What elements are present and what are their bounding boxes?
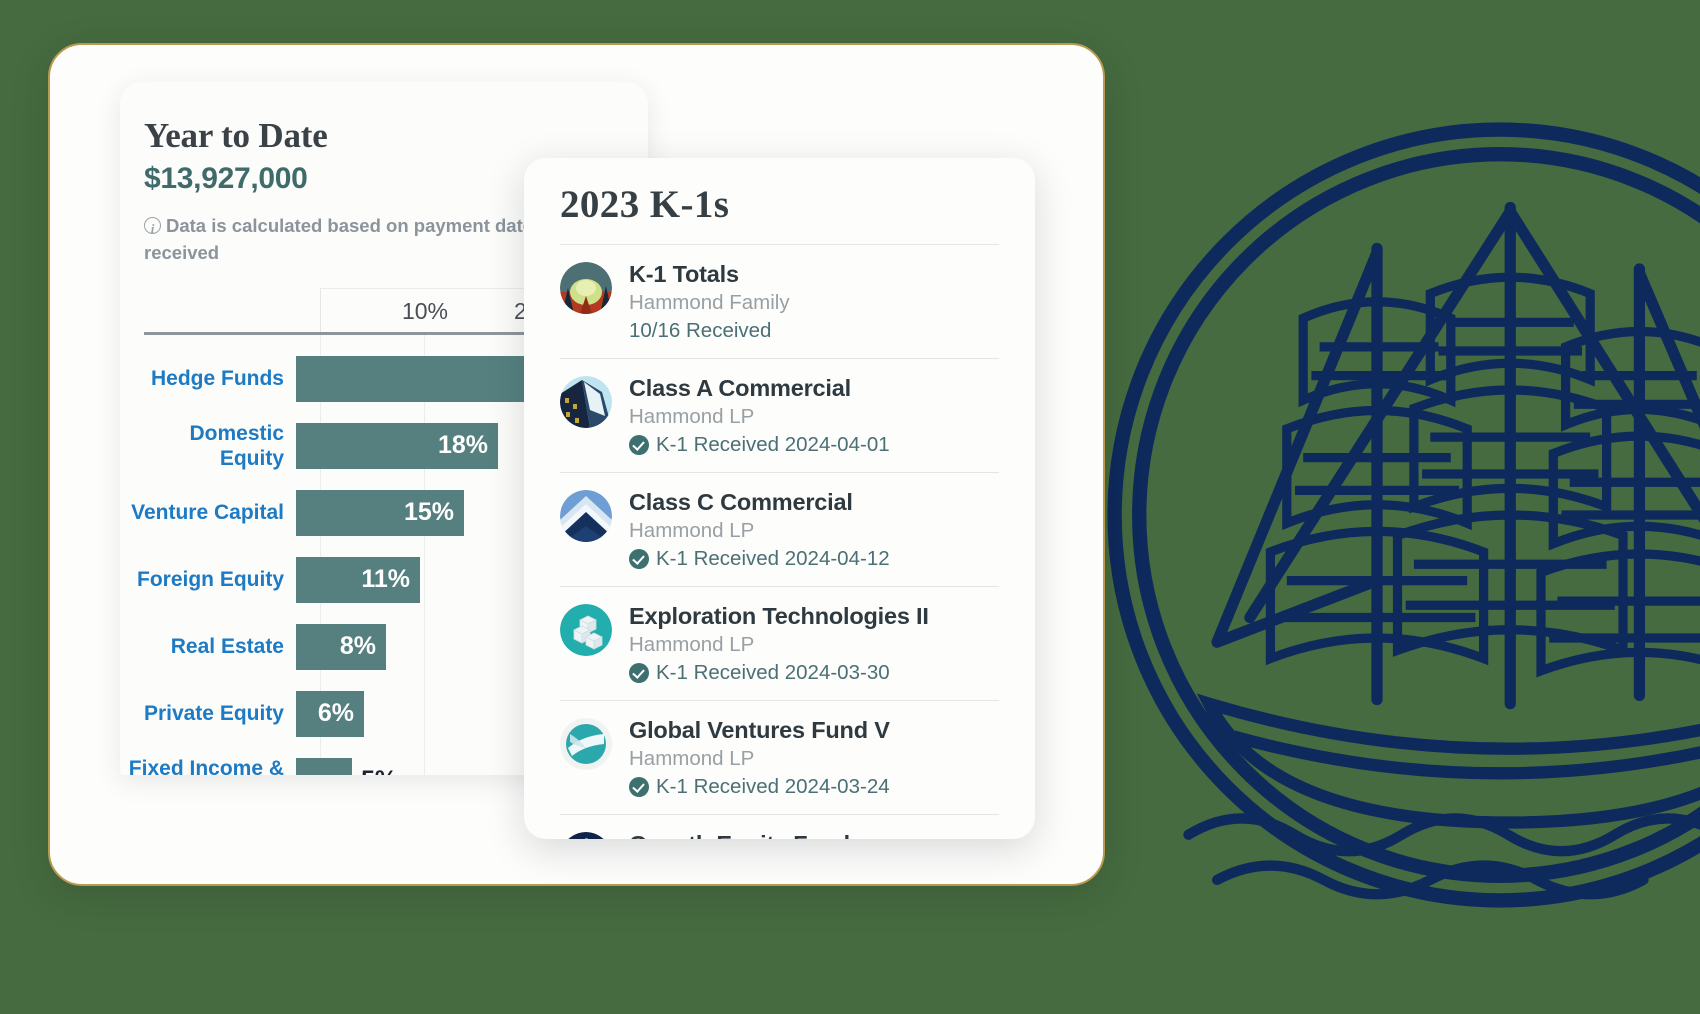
axis-tick-10: 10% xyxy=(401,298,449,324)
k1-item-body: Class C Commercial Hammond LP K-1 Receiv… xyxy=(629,487,999,573)
k1-item-body: Exploration Technologies II Hammond LP K… xyxy=(629,601,999,687)
bar-private-equity: 6% xyxy=(296,690,364,737)
k1-item-body: Class A Commercial Hammond LP K-1 Receiv… xyxy=(629,373,999,459)
teal-cube-logo-avatar xyxy=(560,604,612,656)
k1-item-name: Class A Commercial xyxy=(629,375,851,401)
k1-item-status: K-1 Received 2024-03-30 xyxy=(629,659,999,687)
bar-real-estate: 8% xyxy=(296,623,386,670)
k1-item-body: K-1 Totals Hammond Family 10/16 Received xyxy=(629,259,999,345)
k1-item-status: K-1 Received 2024-04-01 xyxy=(629,431,999,459)
bar-value-label: 5% xyxy=(361,766,397,775)
k1-item-name: Global Ventures Fund V xyxy=(629,717,890,743)
info-circle-icon xyxy=(144,215,161,242)
bar-foreign-equity: 11% xyxy=(296,556,420,603)
k1-item-status-text: K-1 Received 2024-04-01 xyxy=(656,433,890,456)
k1-item-entity: Hammond LP xyxy=(629,633,755,656)
k1-item-status-text: K-1 Received 2024-04-12 xyxy=(656,547,890,570)
bar-value-label: 8% xyxy=(339,632,376,660)
k1-card-title: 2023 K‑1s xyxy=(560,183,730,226)
teal-swoosh-logo-avatar xyxy=(560,718,612,770)
k1-item-status-text: K-1 Received 2024-03-24 xyxy=(656,775,890,798)
k1-list-card: 2023 K‑1s K-1 Totals Hammond Family 10/1… xyxy=(524,158,1035,839)
k1-item-entity: Hammond LP xyxy=(629,519,755,542)
bar-value-label: 18% xyxy=(437,431,488,459)
bar-value-label: 15% xyxy=(403,498,454,526)
bar-category-label: Domestic Equity xyxy=(189,421,284,470)
bar-fixed-income-bonds: 5% xyxy=(296,757,397,775)
k1-item-status-text: K-1 Received 2024-03-30 xyxy=(656,661,890,684)
k1-item-entity: Hammond LP xyxy=(629,747,755,770)
bar-category-label: Fixed Income & Bonds xyxy=(128,756,284,776)
list-item[interactable]: Exploration Technologies II Hammond LP K… xyxy=(560,586,999,700)
bar-value-label: 11% xyxy=(361,565,410,593)
bar-category-label: Hedge Funds xyxy=(150,367,284,390)
check-circle-icon xyxy=(629,663,649,683)
k1-item-name: Growth Equity Fund xyxy=(629,829,999,839)
bar-domestic-equity: 18% xyxy=(296,422,498,469)
list-item[interactable]: K-1 Totals Hammond Family 10/16 Received xyxy=(560,244,999,358)
k1-item-status: 10/16 Received xyxy=(629,317,999,345)
bar-value-label: 6% xyxy=(317,699,354,727)
list-item[interactable]: Class C Commercial Hammond LP K-1 Receiv… xyxy=(560,472,999,586)
k1-item-name: Class C Commercial xyxy=(629,489,853,515)
modern-building-photo-avatar xyxy=(560,490,612,542)
bar-category-label: Foreign Equity xyxy=(137,568,284,591)
forest-sunset-photo-avatar xyxy=(560,262,612,314)
bar-category-label: Real Estate xyxy=(170,635,284,658)
k1-item-name: Exploration Technologies II xyxy=(629,603,929,629)
k1-item-body: Global Ventures Fund V Hammond LP K-1 Re… xyxy=(629,715,999,801)
bar-venture-capital: 15% xyxy=(296,489,464,536)
list-item[interactable]: Growth Equity Fund Hammond LP K-1 Receiv… xyxy=(560,814,999,839)
k1-items-list: K-1 Totals Hammond Family 10/16 Received xyxy=(560,244,999,839)
k1-item-status: K-1 Received 2024-04-12 xyxy=(629,545,999,573)
check-circle-icon xyxy=(629,549,649,569)
k1-item-entity: Hammond LP xyxy=(629,405,755,428)
k1-item-body: Growth Equity Fund Hammond LP K-1 Receiv… xyxy=(629,829,999,839)
sailing-ship-seal-icon xyxy=(1107,122,1700,908)
k1-item-status-text: 10/16 Received xyxy=(629,319,772,342)
page-title: Year to Date xyxy=(144,116,328,155)
check-circle-icon xyxy=(629,777,649,797)
list-item[interactable]: Class A Commercial Hammond LP K-1 Receiv… xyxy=(560,358,999,472)
check-circle-icon xyxy=(629,435,649,455)
bar-category-label: Venture Capital xyxy=(131,501,284,524)
k1-item-name: K-1 Totals xyxy=(629,261,739,287)
navy-crest-logo-avatar xyxy=(560,832,612,839)
k1-item-entity: Hammond Family xyxy=(629,291,790,314)
list-item[interactable]: Global Ventures Fund V Hammond LP K-1 Re… xyxy=(560,700,999,814)
bar-category-label: Private Equity xyxy=(143,702,284,725)
glass-tower-photo-avatar xyxy=(560,376,612,428)
k1-item-status: K-1 Received 2024-03-24 xyxy=(629,773,999,801)
